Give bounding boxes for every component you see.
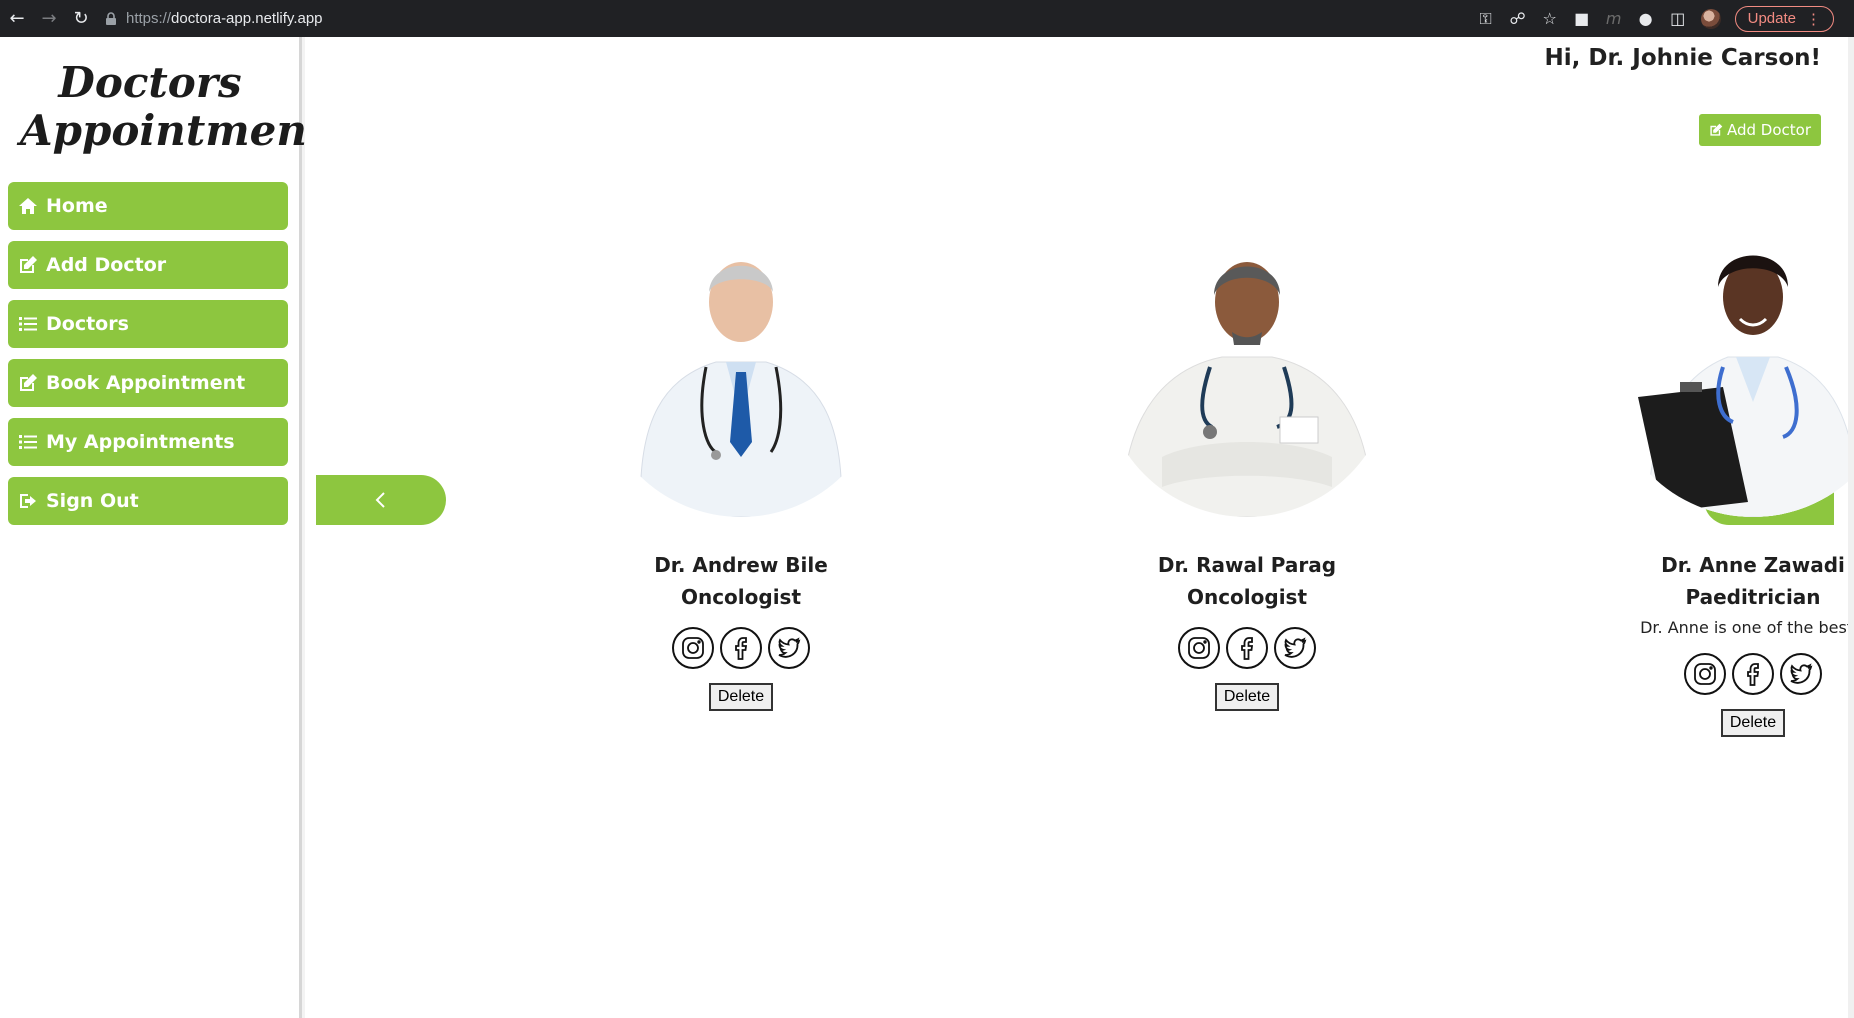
delete-button[interactable]: Delete <box>1720 709 1786 737</box>
sidebar-item-label: Doctors <box>46 313 129 335</box>
sidebar-item-book-appointment[interactable]: Book Appointment <box>8 359 288 407</box>
doctor-card: Dr. Rawal Parag Oncologist Delete <box>1087 217 1407 711</box>
back-icon[interactable]: ← <box>2 4 32 34</box>
sidebar-item-my-appointments[interactable]: My Appointments <box>8 418 288 466</box>
doctor-portrait-image <box>1608 227 1854 517</box>
doctor-name: Dr. Rawal Parag <box>1157 553 1337 577</box>
doctor-photo <box>1102 227 1392 517</box>
facebook-icon[interactable] <box>1226 627 1268 669</box>
twitter-icon[interactable] <box>768 627 810 669</box>
url-host: doctora-app.netlify.app <box>171 10 323 27</box>
url-protocol: https:// <box>126 10 172 27</box>
side-panel-icon[interactable]: ◫ <box>1669 9 1687 28</box>
reload-icon[interactable]: ↻ <box>66 4 96 34</box>
home-icon <box>19 198 37 214</box>
share-icon[interactable]: ☍ <box>1509 9 1527 28</box>
delete-button[interactable]: Delete <box>1214 683 1280 711</box>
edit-icon <box>20 374 37 391</box>
sidebar-item-label: Sign Out <box>46 490 139 512</box>
update-button[interactable]: Update ⋮ <box>1734 5 1834 32</box>
sidebar-menu: Home Add Doctor Doctors Book Appointment… <box>8 182 288 536</box>
edit-icon <box>20 256 37 273</box>
user-greeting: Hi, Dr. Johnie Carson! <box>1544 45 1821 71</box>
add-doctor-button[interactable]: Add Doctor <box>1698 114 1821 146</box>
sidebar-item-label: My Appointments <box>46 431 235 453</box>
doctor-photo <box>596 227 886 517</box>
doctor-name: Dr. Anne Zawadi <box>1661 553 1845 577</box>
doctor-description: Dr. Anne is one of the best!! <box>1640 618 1854 637</box>
logo-line-1: Doctors <box>58 58 242 107</box>
sidebar-item-label: Add Doctor <box>46 254 167 276</box>
social-links <box>1593 653 1854 695</box>
sidebar-item-add-doctor[interactable]: Add Doctor <box>8 241 288 289</box>
add-doctor-label: Add Doctor <box>1726 121 1811 139</box>
carousel-prev-button[interactable] <box>316 475 446 525</box>
extension-m-icon[interactable]: m <box>1605 9 1623 28</box>
social-links <box>581 627 901 669</box>
facebook-icon[interactable] <box>720 627 762 669</box>
sidebar-item-sign-out[interactable]: Sign Out <box>8 477 288 525</box>
page-edge <box>1848 37 1854 1018</box>
main-content: Hi, Dr. Johnie Carson! Add Doctor Dr. An… <box>305 37 1854 1018</box>
list-icon <box>19 435 37 449</box>
logo-line-2: Appointment <box>20 106 327 155</box>
star-icon[interactable]: ☆ <box>1541 9 1559 28</box>
update-label: Update <box>1747 10 1796 27</box>
profile-avatar[interactable] <box>1700 8 1721 29</box>
forward-icon[interactable]: → <box>34 4 64 34</box>
instagram-icon[interactable] <box>1684 653 1726 695</box>
doctor-specialty: Oncologist <box>1186 585 1308 609</box>
sidebar-item-label: Home <box>46 195 108 217</box>
lock-icon <box>106 11 116 25</box>
doctor-specialty: Paeditrician <box>1685 585 1821 609</box>
app-logo: Doctors Appointment <box>20 58 327 155</box>
doctor-name: Dr. Andrew Bile <box>654 553 828 577</box>
twitter-icon[interactable] <box>1780 653 1822 695</box>
doctor-specialty: Oncologist <box>680 585 802 609</box>
edit-icon <box>1710 123 1723 136</box>
address-bar[interactable]: https://doctora-app.netlify.app <box>104 5 323 33</box>
sidebar-item-home[interactable]: Home <box>8 182 288 230</box>
sidebar-item-doctors[interactable]: Doctors <box>8 300 288 348</box>
sidebar: Doctors Appointment Home Add Doctor Doct… <box>0 37 327 1018</box>
twitter-icon[interactable] <box>1274 627 1316 669</box>
doctor-card: Dr. Anne Zawadi Paeditrician Dr. Anne is… <box>1593 217 1854 737</box>
sidebar-item-label: Book Appointment <box>46 372 246 394</box>
doctor-photo <box>1608 227 1854 517</box>
facebook-icon[interactable] <box>1732 653 1774 695</box>
key-icon[interactable]: ⚿ <box>1477 9 1495 28</box>
delete-button[interactable]: Delete <box>708 683 774 711</box>
extension-cube-icon[interactable]: ■ <box>1573 9 1591 28</box>
social-links <box>1087 627 1407 669</box>
sign-out-icon <box>20 494 36 508</box>
doctor-portrait-image <box>1102 227 1392 517</box>
doctor-card: Dr. Andrew Bile Oncologist Delete <box>581 217 901 711</box>
doctor-portrait-image <box>596 227 886 517</box>
browser-toolbar: ← → ↻ https://doctora-app.netlify.app ⚿ … <box>0 0 1854 37</box>
list-icon <box>19 317 37 331</box>
puzzle-icon[interactable]: ● <box>1637 9 1655 28</box>
chevron-left-icon <box>375 492 385 508</box>
instagram-icon[interactable] <box>672 627 714 669</box>
instagram-icon[interactable] <box>1178 627 1220 669</box>
more-icon: ⋮ <box>1806 10 1821 28</box>
